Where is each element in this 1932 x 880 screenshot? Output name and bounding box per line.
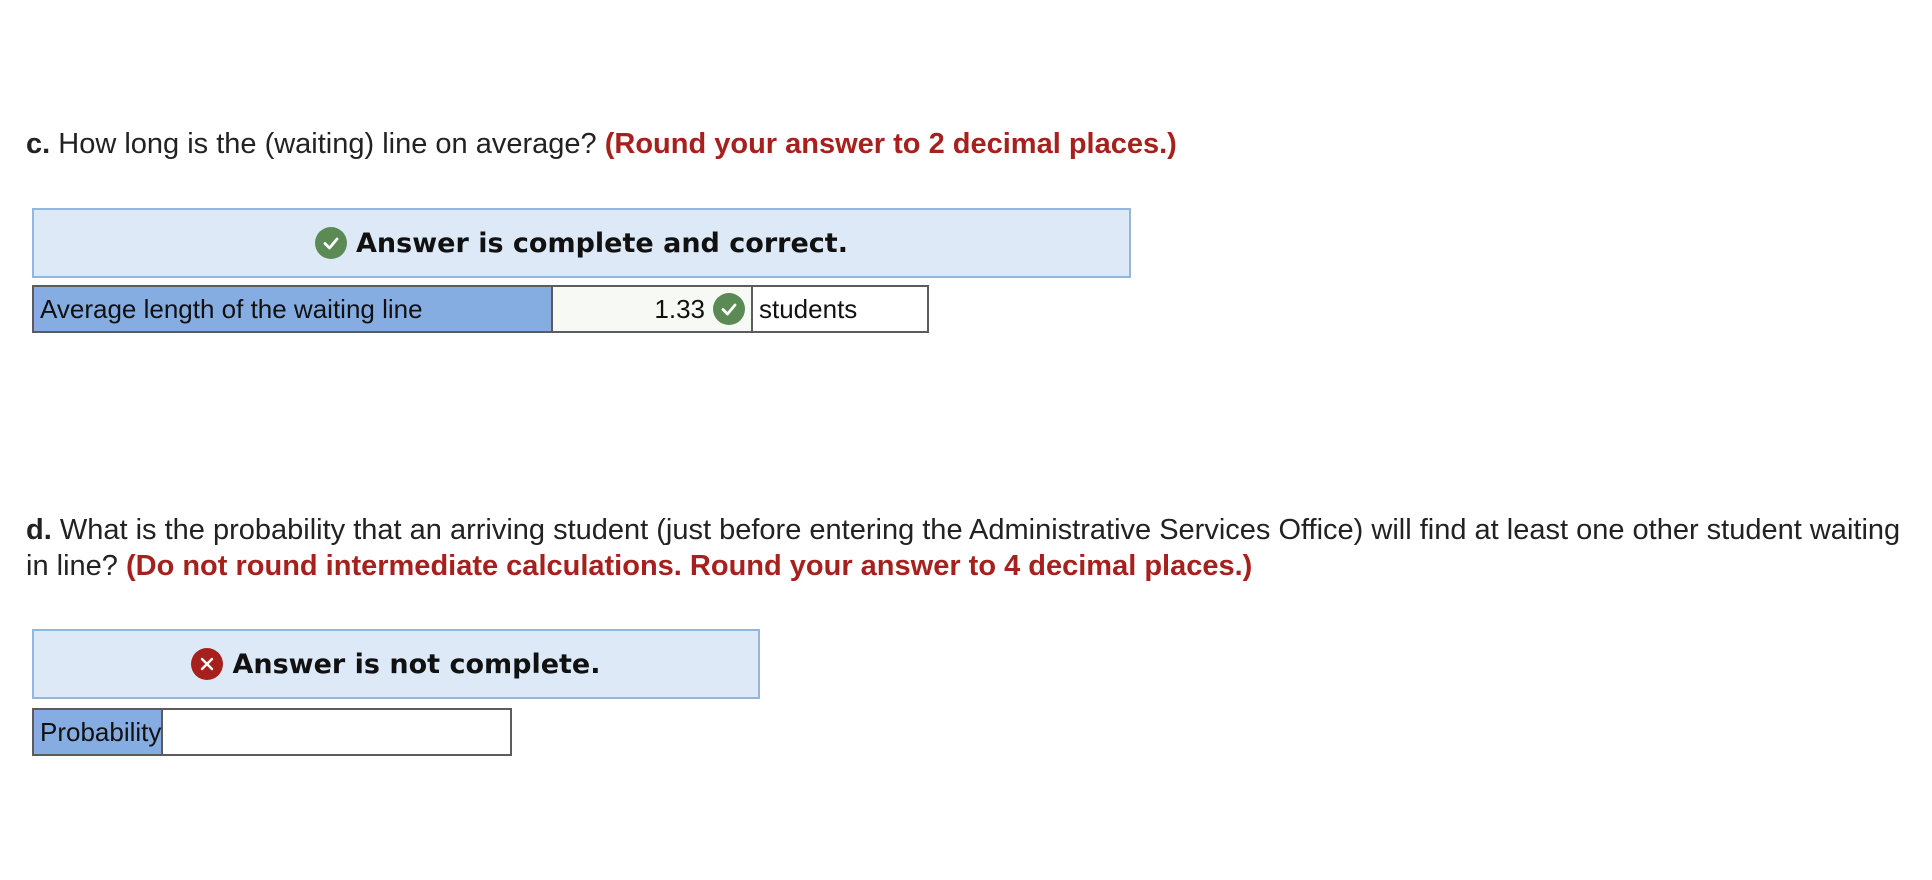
row-label-probability: Probability — [34, 710, 164, 754]
probability-input[interactable] — [163, 710, 511, 754]
row-label-average-length: Average length of the waiting line — [34, 287, 553, 331]
x-circle-icon — [191, 648, 224, 680]
question-c-label: c. — [26, 128, 51, 160]
answer-status-banner-c: Answer is complete and correct. — [32, 208, 1131, 278]
question-d-instruction: (Do not round intermediate calculations.… — [125, 550, 1253, 582]
question-c-text: How long is the (waiting) line on averag… — [58, 128, 597, 160]
question-c-instruction: (Round your answer to 2 decimal places.) — [604, 128, 1177, 160]
answer-status-banner-d: Answer is not complete. — [32, 629, 760, 699]
question-c: c. How long is the (waiting) line on ave… — [26, 126, 1906, 162]
answer-value: 1.33 — [654, 293, 705, 324]
status-message-c: Answer is complete and correct. — [356, 227, 848, 259]
answer-input-average-length[interactable]: 1.33 — [553, 287, 753, 331]
status-message-d: Answer is not complete. — [232, 648, 601, 680]
check-circle-icon — [713, 293, 745, 325]
answer-row-c: Average length of the waiting line 1.33 … — [32, 285, 929, 333]
question-d: d. What is the probability that an arriv… — [26, 512, 1906, 584]
answer-row-d: Probability — [32, 708, 512, 756]
check-circle-icon — [315, 227, 348, 259]
question-d-label: d. — [26, 514, 52, 546]
unit-label: students — [753, 287, 927, 331]
